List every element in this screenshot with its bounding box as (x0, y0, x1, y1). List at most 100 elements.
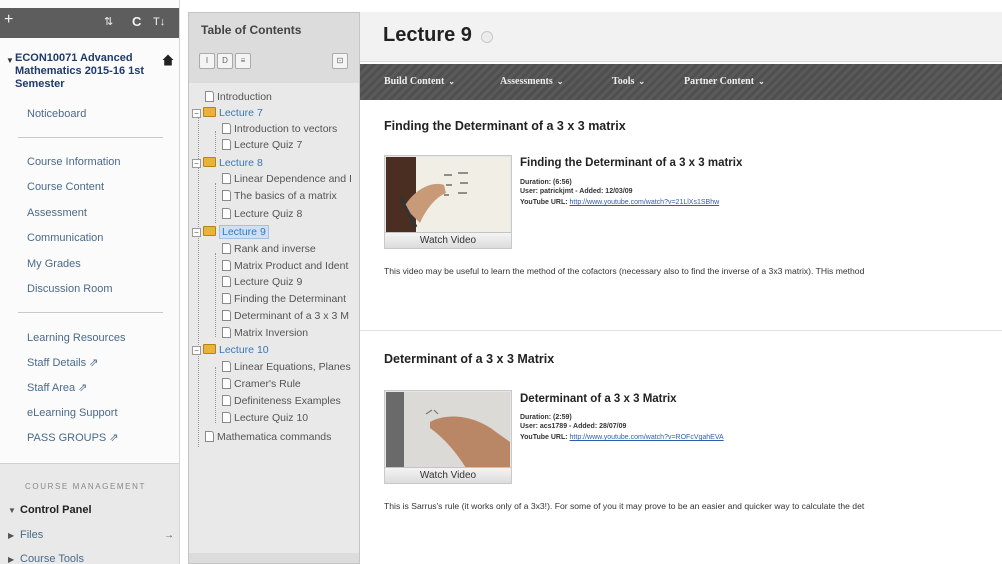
tree-line (215, 253, 216, 337)
document-icon (205, 91, 214, 102)
menu-item-course-content[interactable]: Course Content (27, 180, 104, 194)
collapse-toggle-icon[interactable]: − (192, 109, 201, 118)
toc-node-lecture-8[interactable]: − Lecture 8 (192, 157, 263, 169)
reorder-icon[interactable]: ⇅ (104, 14, 113, 30)
build-content-label: Build Content (384, 76, 445, 87)
menu-item-pass-groups[interactable]: PASS GROUPS ⇗ (27, 431, 119, 445)
toc-title: Table of Contents (201, 23, 302, 37)
item-description: This is Sarrus's rule (it works only of … (384, 501, 865, 511)
control-panel-item[interactable]: ▼ Control Panel (8, 504, 92, 516)
toc-node-linear-dependence[interactable]: Linear Dependence and I (222, 173, 352, 185)
menu-item-communication[interactable]: Communication (27, 231, 103, 245)
toc-node-introduction[interactable]: Introduction (205, 91, 272, 103)
tools-label: Tools (612, 76, 635, 87)
partner-content-label: Partner Content (684, 76, 755, 87)
collapse-toggle-icon[interactable]: − (192, 228, 201, 237)
menu-item-elearning-support[interactable]: eLearning Support (27, 406, 118, 420)
collapsed-arrow-icon: ▶ (8, 555, 15, 564)
toc-node-lecture-9[interactable]: − Lecture 9 (192, 225, 269, 239)
document-icon (222, 327, 231, 338)
toc-pin-button[interactable]: ⊡ (332, 53, 348, 69)
video-thumbnail[interactable]: Watch Video (384, 155, 512, 249)
toc-node-lecture-7[interactable]: − Lecture 7 (192, 107, 263, 119)
content-item-title[interactable]: Finding the Determinant of a 3 x 3 matri… (384, 119, 626, 133)
toc-node-determinant-3x3[interactable]: Determinant of a 3 x 3 M (222, 310, 349, 322)
tools-menu[interactable]: Tools ⌄ (612, 76, 645, 87)
page-options-icon[interactable] (481, 31, 493, 43)
menu-item-staff-details[interactable]: Staff Details ⇗ (27, 356, 98, 370)
assessments-label: Assessments (500, 76, 553, 87)
control-panel-label: Control Panel (20, 504, 92, 516)
toc-node-introduction-to-vectors[interactable]: Introduction to vectors (222, 123, 337, 135)
document-icon (205, 431, 214, 442)
toc-node-lecture-10[interactable]: − Lecture 10 (192, 344, 269, 356)
course-tools-item[interactable]: ▶ Course Tools (8, 553, 84, 564)
video-title[interactable]: Determinant of a 3 x 3 Matrix (520, 393, 677, 405)
toc-node-mathematica-commands[interactable]: Mathematica commands (205, 431, 331, 443)
document-icon (222, 310, 231, 321)
assessments-menu[interactable]: Assessments ⌄ (500, 76, 563, 87)
document-icon (222, 190, 231, 201)
toc-node-finding-the-determinant[interactable]: Finding the Determinant (222, 293, 346, 305)
folder-icon (203, 107, 216, 117)
document-icon (222, 395, 231, 406)
video-duration: Duration: (6:56) (520, 179, 572, 186)
menu-item-my-grades[interactable]: My Grades (27, 257, 81, 271)
add-menu-item-button[interactable]: + (4, 12, 13, 28)
toc-node-lecture-quiz-7[interactable]: Lecture Quiz 7 (222, 139, 302, 151)
refresh-icon[interactable]: C (132, 14, 141, 30)
video-user: User: acs1789 - Added: 28/07/09 (520, 423, 627, 430)
home-icon[interactable] (162, 54, 174, 66)
video-url-label: YouTube URL: (520, 434, 568, 441)
document-icon (222, 123, 231, 134)
toc-node-linear-equations[interactable]: Linear Equations, Planes (222, 361, 351, 373)
toc-list-button[interactable]: ≡ (235, 53, 251, 69)
watch-video-button[interactable]: Watch Video (385, 467, 511, 483)
page-header: Lecture 9 (360, 12, 1002, 62)
files-item[interactable]: ▶ Files (8, 529, 43, 541)
partner-content-menu[interactable]: Partner Content ⌄ (684, 76, 765, 87)
content-item-title[interactable]: Determinant of a 3 x 3 Matrix (384, 352, 554, 366)
build-content-menu[interactable]: Build Content ⌄ (384, 76, 455, 87)
video-url-row: YouTube URL: http://www.youtube.com/watc… (520, 433, 724, 442)
toc-node-lecture-quiz-8[interactable]: Lecture Quiz 8 (222, 208, 302, 220)
toc-node-matrix-product[interactable]: Matrix Product and Ident (222, 260, 348, 272)
toc-collapse-button[interactable]: D (217, 53, 233, 69)
toc-node-definiteness-examples[interactable]: Definiteness Examples (222, 395, 341, 407)
video-url-link[interactable]: http://www.youtube.com/watch?v=ROFcVgahE… (570, 434, 724, 441)
collapsed-arrow-icon: ▶ (8, 531, 15, 540)
toc-node-basics-of-matrix[interactable]: The basics of a matrix (222, 190, 337, 202)
course-title[interactable]: ▼ ECON10071 Advanced Mathematics 2015-16… (6, 52, 170, 91)
video-url-row: YouTube URL: http://www.youtube.com/watc… (520, 198, 719, 207)
toc-node-matrix-inversion[interactable]: Matrix Inversion (222, 327, 308, 339)
course-title-text: ECON10071 Advanced Mathematics 2015-16 1… (15, 52, 145, 90)
folder-icon (203, 157, 216, 167)
video-thumbnail-image (386, 157, 510, 233)
menu-item-learning-resources[interactable]: Learning Resources (27, 331, 125, 345)
toc-node-cramers-rule[interactable]: Cramer's Rule (222, 378, 301, 390)
document-icon (222, 260, 231, 271)
document-icon (222, 293, 231, 304)
menu-item-noticeboard[interactable]: Noticeboard (27, 107, 86, 121)
video-url-link[interactable]: http://www.youtube.com/watch?v=21LlXs1SB… (570, 199, 720, 206)
document-icon (222, 173, 231, 184)
files-link-arrow-icon[interactable]: → (164, 530, 174, 541)
watch-video-button[interactable]: Watch Video (385, 232, 511, 248)
toc-expand-button[interactable]: I (199, 53, 215, 69)
collapse-arrow-icon[interactable]: ▼ (6, 54, 14, 67)
sort-icon[interactable]: T↓ (153, 14, 165, 30)
menu-item-staff-area[interactable]: Staff Area ⇗ (27, 381, 87, 395)
tree-line (215, 183, 216, 223)
video-thumbnail[interactable]: Watch Video (384, 390, 512, 484)
toc-node-lecture-quiz-9[interactable]: Lecture Quiz 9 (222, 276, 302, 288)
video-title[interactable]: Finding the Determinant of a 3 x 3 matri… (520, 157, 742, 169)
toc-node-rank-and-inverse[interactable]: Rank and inverse (222, 243, 316, 255)
menu-item-discussion-room[interactable]: Discussion Room (27, 282, 113, 296)
video-duration: Duration: (2:59) (520, 414, 572, 421)
collapse-toggle-icon[interactable]: − (192, 346, 201, 355)
menu-item-assessment[interactable]: Assessment (27, 206, 87, 220)
video-user: User: patrickjmt - Added: 12/03/09 (520, 188, 633, 195)
menu-item-course-information[interactable]: Course Information (27, 155, 121, 169)
toc-node-lecture-quiz-10[interactable]: Lecture Quiz 10 (222, 412, 308, 424)
collapse-toggle-icon[interactable]: − (192, 159, 201, 168)
